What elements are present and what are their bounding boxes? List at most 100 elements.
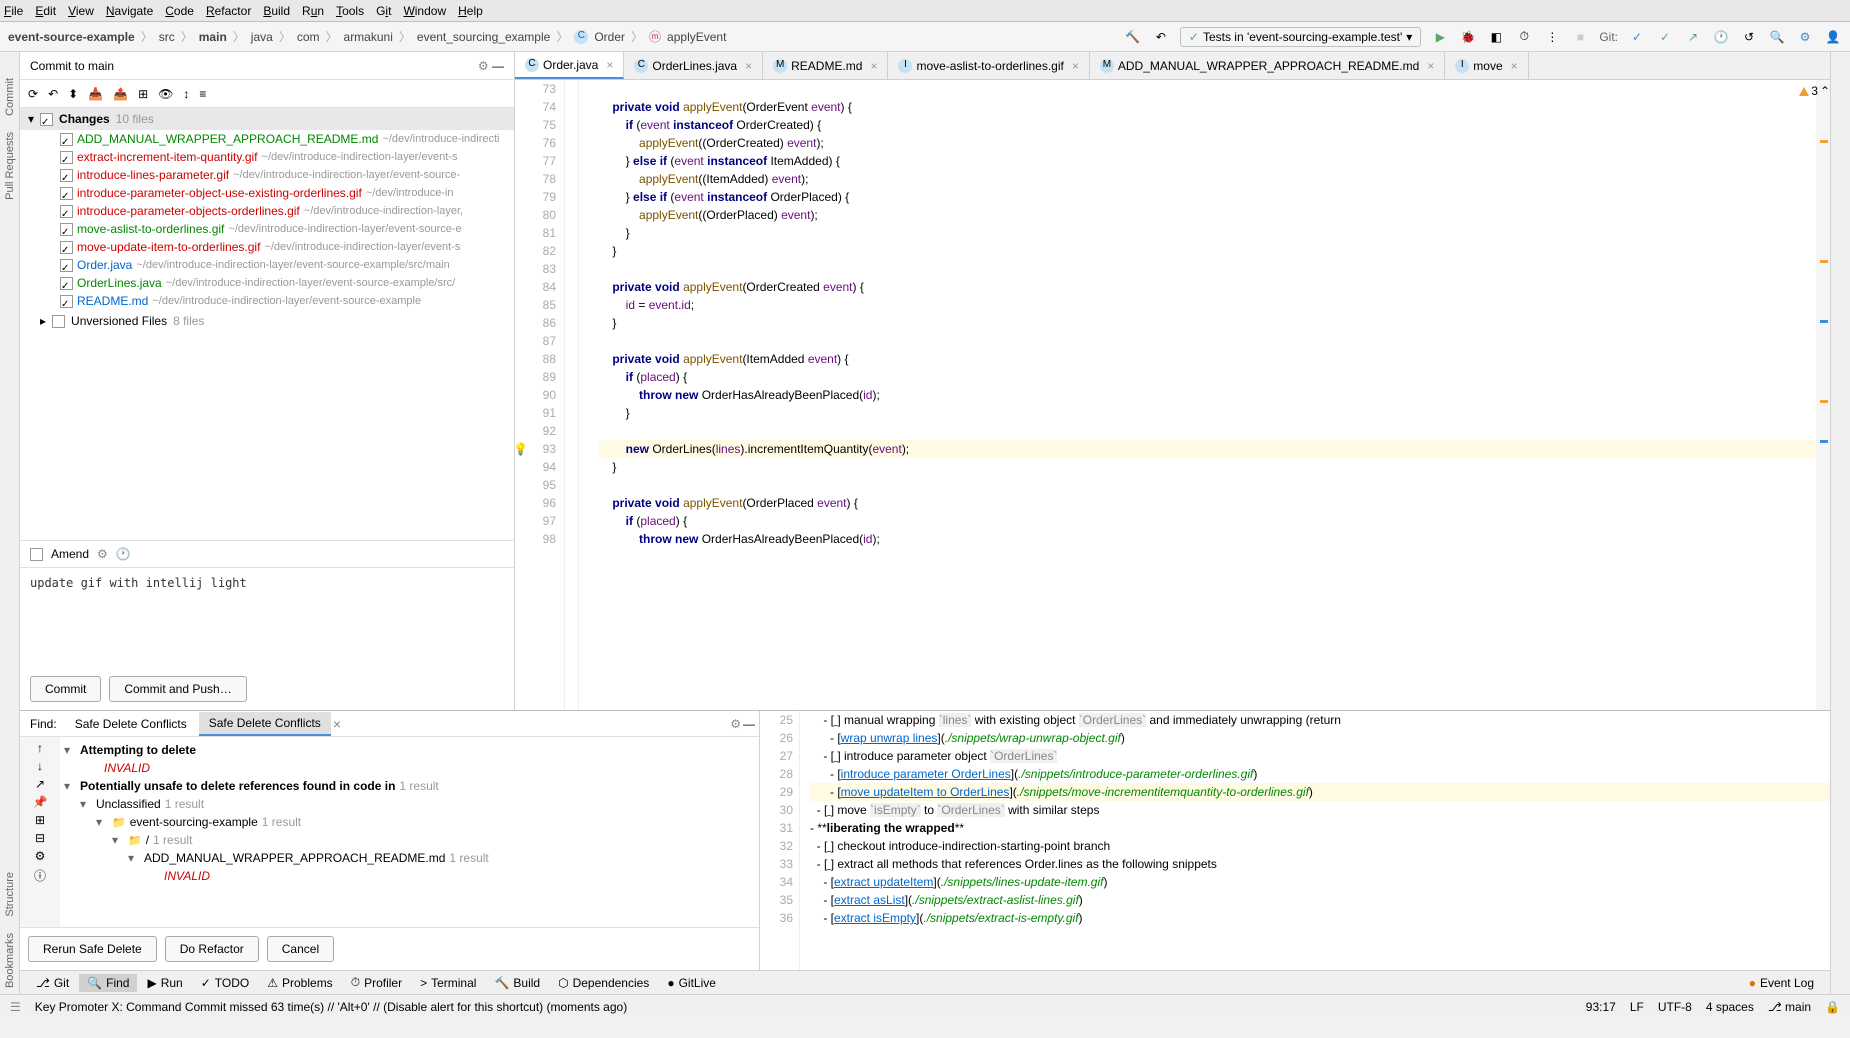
find-tab[interactable]: Safe Delete Conflicts	[65, 713, 197, 735]
git-push-icon[interactable]: ↗	[1684, 28, 1702, 46]
tool-tab-build[interactable]: 🔨Build	[486, 974, 548, 992]
tool-structure[interactable]: Structure	[4, 866, 16, 923]
file-item[interactable]: introduce-parameter-objects-orderlines.g…	[20, 202, 514, 220]
close-icon[interactable]: ×	[870, 59, 877, 73]
file-checkbox[interactable]	[60, 277, 73, 290]
editor-body[interactable]: 7374757677787980818283848586878889909192…	[515, 80, 1830, 710]
back-icon[interactable]: ↶	[1152, 28, 1170, 46]
run-config-dropdown[interactable]: ✓ Tests in 'event-sourcing-example.test'…	[1180, 27, 1421, 47]
minimize-icon[interactable]: —	[492, 59, 504, 73]
file-item[interactable]: introduce-lines-parameter.gif ~/dev/intr…	[20, 166, 514, 184]
menu-window[interactable]: Window	[403, 4, 446, 18]
editor-tab[interactable]: MREADME.md×	[763, 52, 888, 79]
settings-icon[interactable]: ⚙	[1796, 28, 1814, 46]
collapse-icon[interactable]: ≡	[199, 87, 206, 101]
gear-icon[interactable]	[730, 717, 741, 731]
coverage-icon[interactable]: ◧	[1487, 28, 1505, 46]
file-checkbox[interactable]	[60, 205, 73, 218]
unshelve-icon[interactable]: 📤	[113, 87, 128, 101]
revert-icon[interactable]: ↶	[48, 87, 58, 101]
file-checkbox[interactable]	[60, 259, 73, 272]
breadcrumb-seg[interactable]: armakuni	[344, 30, 393, 44]
tool-tab-git[interactable]: ⎇Git	[28, 974, 77, 992]
gear-icon[interactable]	[97, 547, 108, 561]
editor-tab[interactable]: Imove-aslist-to-orderlines.gif×	[888, 52, 1089, 79]
file-checkbox[interactable]	[60, 187, 73, 200]
rerun-button[interactable]: Rerun Safe Delete	[28, 936, 157, 962]
file-item[interactable]: move-aslist-to-orderlines.gif ~/dev/intr…	[20, 220, 514, 238]
tool-tab-dependencies[interactable]: ⬡Dependencies	[550, 974, 657, 992]
file-checkbox[interactable]	[60, 151, 73, 164]
markdown-panel[interactable]: 252627282930313233343536 - [ ] manual wr…	[760, 711, 1830, 970]
menu-build[interactable]: Build	[263, 4, 290, 18]
tool-tab-find[interactable]: 🔍Find	[79, 974, 137, 992]
refresh-icon[interactable]: ⟳	[28, 87, 38, 101]
tool-commit[interactable]: Commit	[4, 72, 16, 122]
build-icon[interactable]: 🔨	[1124, 28, 1142, 46]
tool-bookmarks[interactable]: Bookmarks	[4, 927, 16, 994]
cancel-button[interactable]: Cancel	[267, 936, 334, 962]
tool-tab-problems[interactable]: ⚠Problems	[259, 974, 340, 992]
file-item[interactable]: move-update-item-to-orderlines.gif ~/dev…	[20, 238, 514, 256]
run-icon[interactable]: ▶	[1431, 28, 1449, 46]
tree-node[interactable]: Unclassified	[96, 797, 161, 811]
group-icon[interactable]: ⊞	[138, 87, 148, 101]
git-branch[interactable]: ⎇ main	[1768, 1000, 1811, 1014]
file-item[interactable]: ADD_MANUAL_WRAPPER_APPROACH_README.md ~/…	[20, 130, 514, 148]
close-icon[interactable]: ×	[1072, 59, 1079, 73]
editor-tab[interactable]: COrder.java×	[515, 52, 624, 79]
collapse-all-icon[interactable]: ⊟	[35, 831, 45, 845]
search-icon[interactable]: 🔍	[1768, 28, 1786, 46]
tool-tab-run[interactable]: ▶Run	[139, 974, 190, 992]
breadcrumb-seg[interactable]: event-source-example	[8, 30, 135, 44]
next-icon[interactable]: ↓	[37, 759, 43, 773]
filter-icon[interactable]: ⚙	[35, 849, 46, 863]
tree-node[interactable]: event-sourcing-example	[130, 815, 258, 829]
stop-icon[interactable]: ■	[1571, 28, 1589, 46]
view-icon[interactable]: 👁	[158, 87, 173, 101]
event-log-tab[interactable]: ●Event Log	[1741, 974, 1822, 992]
tool-tab-todo[interactable]: ✓TODO	[193, 974, 258, 992]
tool-tab-gitlive[interactable]: ●GitLive	[659, 974, 724, 992]
git-rollback-icon[interactable]: ↺	[1740, 28, 1758, 46]
find-tree[interactable]: ▾Attempting to delete INVALID ▾Potential…	[60, 737, 759, 927]
tree-node[interactable]: ADD_MANUAL_WRAPPER_APPROACH_README.md	[144, 851, 445, 865]
tree-node[interactable]: /	[146, 833, 149, 847]
menu-code[interactable]: Code	[165, 4, 194, 18]
unversioned-checkbox[interactable]	[52, 315, 65, 328]
file-item[interactable]: Order.java ~/dev/introduce-indirection-l…	[20, 256, 514, 274]
commit-message-input[interactable]: update gif with intellij light	[20, 568, 514, 668]
editor-tab[interactable]: COrderLines.java×	[624, 52, 763, 79]
menu-git[interactable]: Git	[376, 4, 391, 18]
tree-invalid[interactable]: INVALID	[144, 869, 210, 883]
close-icon[interactable]	[333, 716, 341, 732]
amend-checkbox[interactable]	[30, 548, 43, 561]
encoding[interactable]: UTF-8	[1658, 1000, 1692, 1014]
tool-tab-terminal[interactable]: >Terminal	[412, 974, 484, 992]
minimize-icon[interactable]: —	[743, 717, 755, 731]
menu-run[interactable]: Run	[302, 4, 324, 18]
unversioned-row[interactable]: ▸ Unversioned Files 8 files	[20, 310, 514, 332]
file-item[interactable]: README.md ~/dev/introduce-indirection-la…	[20, 292, 514, 310]
close-icon[interactable]: ×	[745, 59, 752, 73]
menu-edit[interactable]: Edit	[35, 4, 56, 18]
file-item[interactable]: OrderLines.java ~/dev/introduce-indirect…	[20, 274, 514, 292]
tool-pull-requests[interactable]: Pull Requests	[4, 126, 16, 206]
expand-all-icon[interactable]: ⊞	[35, 813, 45, 827]
pin-icon[interactable]: 📌	[33, 795, 48, 809]
editor-tab[interactable]: Imove×	[1445, 52, 1528, 79]
menu-view[interactable]: View	[68, 4, 94, 18]
tree-node[interactable]: Attempting to delete	[80, 743, 196, 757]
find-tab[interactable]: Safe Delete Conflicts	[199, 712, 331, 736]
breadcrumb-seg[interactable]: com	[297, 30, 320, 44]
changes-checkbox[interactable]	[40, 113, 53, 126]
breadcrumb-seg[interactable]: java	[251, 30, 273, 44]
more-icon[interactable]: ⋮	[1543, 28, 1561, 46]
close-icon[interactable]: ×	[1427, 59, 1434, 73]
debug-icon[interactable]: 🐞	[1459, 28, 1477, 46]
menu-navigate[interactable]: Navigate	[106, 4, 153, 18]
tree-invalid[interactable]: INVALID	[84, 761, 150, 775]
commit-push-button[interactable]: Commit and Push…	[109, 676, 246, 702]
file-checkbox[interactable]	[60, 295, 73, 308]
git-commit-icon[interactable]: ✓	[1656, 28, 1674, 46]
